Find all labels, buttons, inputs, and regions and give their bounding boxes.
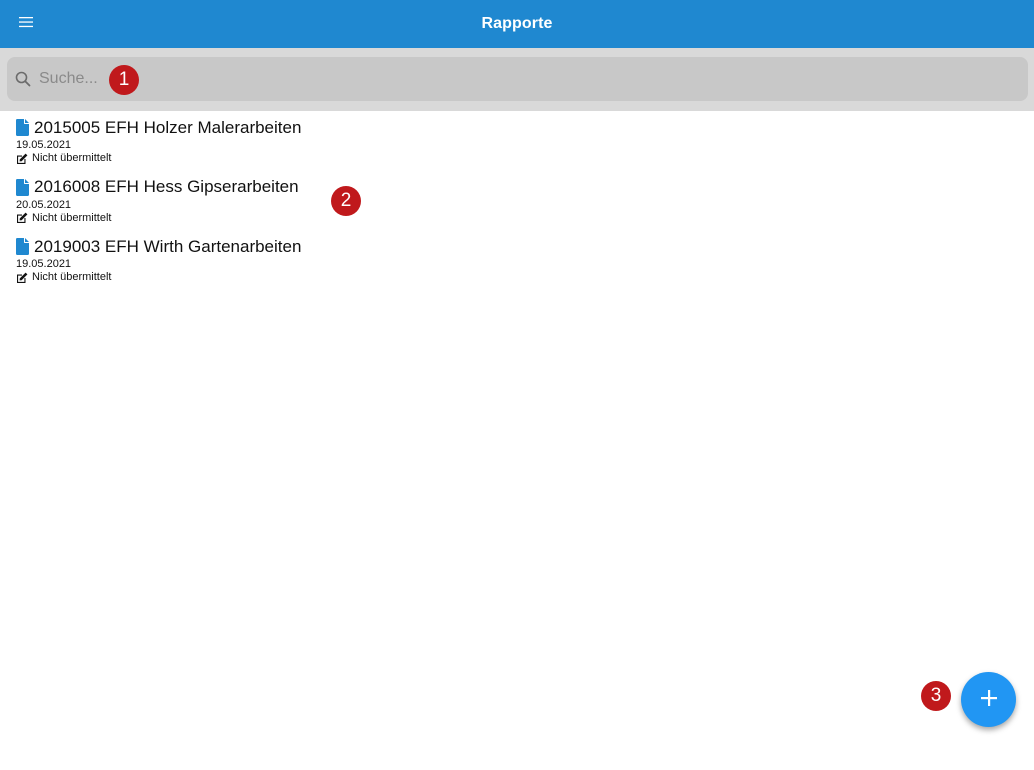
report-status: Nicht übermittelt <box>16 212 1016 225</box>
report-date: 20.05.2021 <box>16 198 72 211</box>
page-title: Rapporte <box>481 15 553 32</box>
report-title: 2015005 EFH Holzer Malerarbeiten <box>34 117 302 137</box>
menu-button[interactable] <box>14 12 38 36</box>
edit-icon <box>16 153 29 165</box>
search-box[interactable] <box>7 57 1028 101</box>
report-title: 2016008 EFH Hess Gipserarbeiten <box>34 177 299 196</box>
plus-icon <box>980 689 998 710</box>
status-text: Nicht übermittelt <box>32 271 112 283</box>
report-status: Nicht übermittelt <box>16 271 1016 284</box>
report-date: 19.05.2021 <box>16 258 72 270</box>
report-date: 19.05.2021 <box>16 139 72 151</box>
document-icon <box>16 119 30 136</box>
report-item[interactable]: 2016008 EFH Hess Gipserarbeiten 20.05.20… <box>16 177 1016 237</box>
search-icon <box>15 70 33 88</box>
app-header: Rapporte <box>0 0 1034 48</box>
report-title: 2019003 EFH Wirth Gartenarbeiten <box>34 236 302 256</box>
document-icon <box>16 178 30 196</box>
report-item[interactable]: 2015005 EFH Holzer Malerarbeiten 19.05.2… <box>16 117 1016 177</box>
status-text: Nicht übermittelt <box>32 211 112 224</box>
report-list: 2015005 EFH Holzer Malerarbeiten 19.05.2… <box>16 117 1016 296</box>
report-title-row: 2019003 EFH Wirth Gartenarbeiten <box>16 236 1016 257</box>
hamburger-menu-icon <box>19 15 33 33</box>
report-title-row: 2016008 EFH Hess Gipserarbeiten <box>16 177 1016 198</box>
report-status: Nicht übermittelt <box>16 152 1016 165</box>
add-report-button[interactable] <box>961 672 1016 727</box>
report-title-row: 2015005 EFH Holzer Malerarbeiten <box>16 117 1016 138</box>
status-text: Nicht übermittelt <box>32 152 112 164</box>
report-item[interactable]: 2019003 EFH Wirth Gartenarbeiten 19.05.2… <box>16 236 1016 296</box>
edit-icon <box>16 212 29 224</box>
search-input[interactable] <box>33 57 1028 101</box>
annotation-marker-2: 2 <box>331 186 361 216</box>
app-root: Rapporte 2015005 EFH H <box>0 0 1034 770</box>
edit-icon <box>16 272 29 284</box>
document-icon <box>16 238 30 255</box>
annotation-marker-3: 3 <box>921 681 951 711</box>
annotation-marker-1: 1 <box>109 65 139 95</box>
search-bar <box>0 48 1034 111</box>
